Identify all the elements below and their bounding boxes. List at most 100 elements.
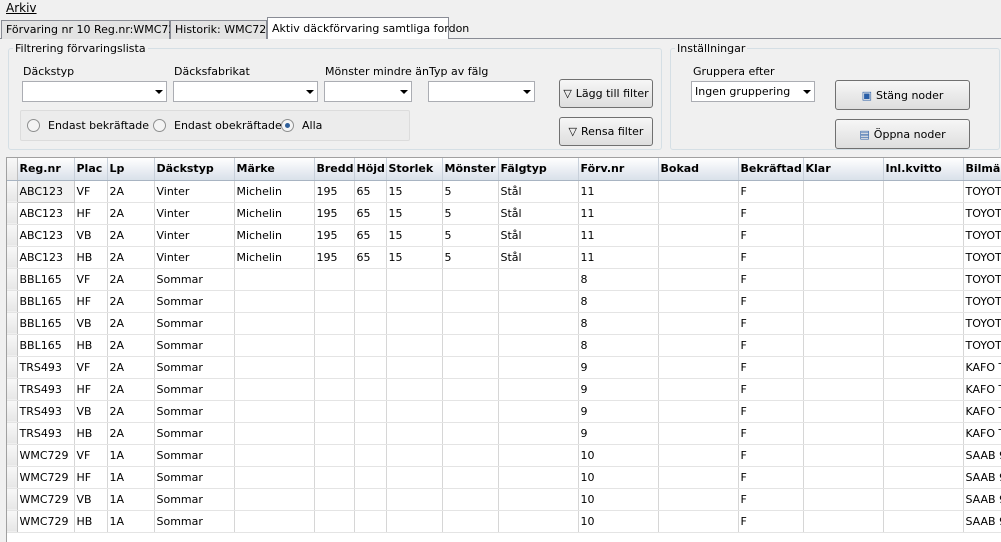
table-cell[interactable]: Stål (498, 180, 579, 203)
table-cell[interactable] (234, 356, 315, 379)
table-cell[interactable]: F (738, 180, 804, 203)
row-header[interactable] (7, 444, 18, 467)
table-row[interactable]: ABC123 HB 2A Vinter Michelin 195 65 15 5 Stål 11 F T… (7, 246, 1001, 269)
table-cell[interactable] (498, 510, 579, 533)
table-cell[interactable] (314, 268, 355, 291)
table-cell[interactable]: 1A (107, 510, 155, 533)
table-cell[interactable]: F (738, 510, 804, 533)
table-cell[interactable]: KAFO T (963, 400, 1001, 423)
table-cell[interactable]: F (738, 202, 804, 225)
table-cell[interactable] (234, 268, 315, 291)
table-cell[interactable] (314, 400, 355, 423)
column-header[interactable]: Förv.nr (578, 158, 659, 181)
table-cell[interactable] (354, 290, 387, 313)
table-cell[interactable] (354, 400, 387, 423)
table-cell[interactable] (803, 444, 884, 467)
table-cell[interactable]: HB (74, 334, 108, 357)
table-cell[interactable] (883, 268, 964, 291)
table-row[interactable]: WMC729VF1ASommar 10 F SAAB 9 (7, 444, 1001, 467)
row-header[interactable] (7, 246, 18, 269)
table-cell[interactable]: TRS493 (17, 356, 75, 379)
table-cell[interactable]: VB (74, 488, 108, 511)
table-cell[interactable] (354, 510, 387, 533)
table-cell[interactable]: 195 (314, 224, 355, 247)
table-cell[interactable] (658, 268, 739, 291)
table-cell[interactable]: 10 (578, 510, 659, 533)
table-cell[interactable] (658, 334, 739, 357)
table-cell[interactable]: 5 (442, 224, 499, 247)
table-cell[interactable]: Vinter (154, 246, 235, 269)
table-cell[interactable]: 8 (578, 334, 659, 357)
table-cell[interactable] (658, 180, 739, 203)
table-cell[interactable]: 15 (386, 246, 443, 269)
table-cell[interactable]: HF (74, 378, 108, 401)
table-cell[interactable] (386, 334, 443, 357)
table-cell[interactable]: 8 (578, 268, 659, 291)
table-cell[interactable] (314, 466, 355, 489)
table-cell[interactable] (314, 290, 355, 313)
table-cell[interactable]: F (738, 400, 804, 423)
monster-select[interactable] (324, 81, 412, 102)
table-cell[interactable] (234, 488, 315, 511)
table-cell[interactable] (234, 422, 315, 445)
table-cell[interactable]: 2A (107, 356, 155, 379)
table-cell[interactable] (442, 290, 499, 313)
table-cell[interactable]: 195 (314, 180, 355, 203)
table-cell[interactable]: 2A (107, 202, 155, 225)
table-cell[interactable] (883, 400, 964, 423)
table-cell[interactable]: 9 (578, 378, 659, 401)
table-cell[interactable]: KAFO T (963, 378, 1001, 401)
table-cell[interactable]: TRS493 (17, 378, 75, 401)
row-header[interactable] (7, 224, 18, 247)
table-cell[interactable] (386, 378, 443, 401)
row-header[interactable] (7, 334, 18, 357)
table-cell[interactable]: 1A (107, 488, 155, 511)
table-cell[interactable]: 2A (107, 422, 155, 445)
table-cell[interactable]: 15 (386, 224, 443, 247)
table-cell[interactable]: Stål (498, 202, 579, 225)
column-header[interactable]: Inl.kvitto (883, 158, 964, 181)
column-header[interactable]: Reg.nr (17, 158, 75, 181)
table-cell[interactable] (658, 224, 739, 247)
table-cell[interactable]: Stål (498, 224, 579, 247)
table-cell[interactable] (354, 422, 387, 445)
table-row[interactable]: WMC729HF1ASommar 10 F SAAB 9 (7, 466, 1001, 489)
table-cell[interactable] (498, 466, 579, 489)
table-cell[interactable]: 8 (578, 312, 659, 335)
tab-historik[interactable]: Historik: WMC729 (170, 20, 273, 39)
dackfabrikat-select[interactable] (173, 81, 318, 102)
table-cell[interactable] (442, 268, 499, 291)
table-cell[interactable]: F (738, 356, 804, 379)
table-cell[interactable] (354, 378, 387, 401)
column-header[interactable]: Klar (803, 158, 884, 181)
table-cell[interactable]: TOYOTA (963, 268, 1001, 291)
table-cell[interactable] (234, 312, 315, 335)
table-cell[interactable]: Sommar (154, 444, 235, 467)
table-cell[interactable] (314, 312, 355, 335)
table-cell[interactable] (883, 466, 964, 489)
add-filter-button[interactable]: ▽ Lägg till filter (559, 79, 653, 108)
table-cell[interactable]: KAFO T (963, 422, 1001, 445)
table-cell[interactable] (803, 180, 884, 203)
table-cell[interactable]: F (738, 334, 804, 357)
table-cell[interactable]: WMC729 (17, 444, 75, 467)
table-cell[interactable] (883, 224, 964, 247)
table-cell[interactable] (883, 488, 964, 511)
table-cell[interactable]: WMC729 (17, 510, 75, 533)
row-header[interactable] (7, 290, 18, 313)
table-cell[interactable] (498, 356, 579, 379)
table-cell[interactable]: TRS493 (17, 422, 75, 445)
table-cell[interactable] (442, 466, 499, 489)
table-cell[interactable] (354, 356, 387, 379)
column-header[interactable]: Höjd (354, 158, 387, 181)
table-cell[interactable] (234, 334, 315, 357)
table-cell[interactable] (883, 444, 964, 467)
storage-grid[interactable]: Reg.nr Plac Lp Däckstyp Märke Bredd Höjd Storle… (6, 157, 1001, 542)
table-row[interactable]: TRS493VB2ASommar 9 F KAFO T (7, 400, 1001, 423)
table-cell[interactable] (803, 466, 884, 489)
table-cell[interactable]: 2A (107, 180, 155, 203)
table-cell[interactable] (803, 312, 884, 335)
table-cell[interactable] (386, 510, 443, 533)
table-cell[interactable]: HB (74, 246, 108, 269)
table-cell[interactable]: TOYOTA (963, 334, 1001, 357)
